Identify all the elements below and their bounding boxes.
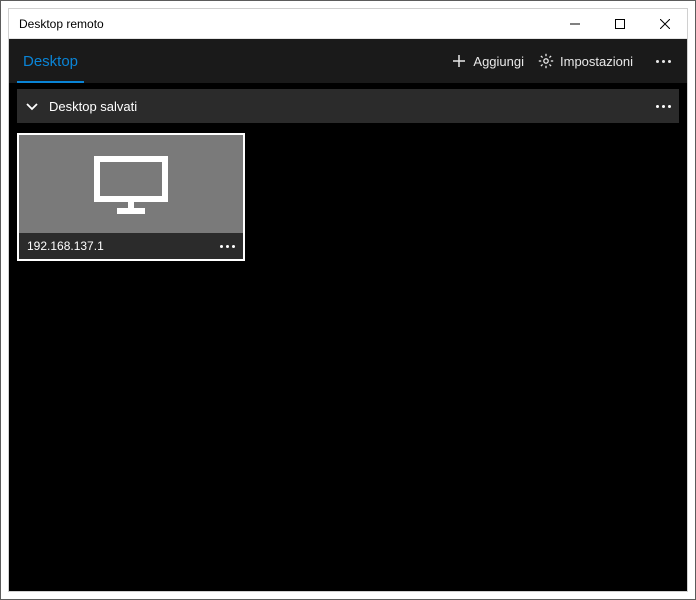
plus-icon xyxy=(451,53,467,69)
toolbar-more-button[interactable] xyxy=(647,45,679,77)
app-toolbar: Desktop Aggiungi xyxy=(9,39,687,83)
chevron-down-icon xyxy=(25,99,39,113)
minimize-icon xyxy=(570,19,580,29)
tile-name: 192.168.137.1 xyxy=(27,239,104,253)
add-label: Aggiungi xyxy=(473,54,524,69)
app-window: Desktop remoto xyxy=(0,0,696,600)
group-header-left: Desktop salvati xyxy=(25,99,137,114)
desktop-tile[interactable]: 192.168.137.1 xyxy=(17,133,245,261)
ellipsis-icon xyxy=(656,60,671,63)
group-more-button[interactable] xyxy=(656,105,671,108)
tab-desktop[interactable]: Desktop xyxy=(9,39,92,83)
maximize-button[interactable] xyxy=(597,9,642,38)
minimize-button[interactable] xyxy=(552,9,597,38)
gear-icon xyxy=(538,53,554,69)
add-button[interactable]: Aggiungi xyxy=(451,53,524,69)
window-frame: Desktop remoto xyxy=(8,8,688,592)
content-area: 192.168.137.1 xyxy=(9,123,687,591)
close-icon xyxy=(660,19,670,29)
close-button[interactable] xyxy=(642,9,687,38)
tab-desktop-label: Desktop xyxy=(23,53,78,70)
settings-button[interactable]: Impostazioni xyxy=(538,53,633,69)
toolbar-tabs: Desktop xyxy=(9,39,92,83)
tile-thumbnail xyxy=(19,135,243,233)
group-title: Desktop salvati xyxy=(49,99,137,114)
tile-more-button[interactable] xyxy=(220,245,235,248)
monitor-icon xyxy=(91,153,171,215)
settings-label: Impostazioni xyxy=(560,54,633,69)
group-header-saved-desktops[interactable]: Desktop salvati xyxy=(17,89,679,123)
window-title: Desktop remoto xyxy=(9,17,104,31)
maximize-icon xyxy=(615,19,625,29)
tile-footer: 192.168.137.1 xyxy=(19,233,243,259)
titlebar: Desktop remoto xyxy=(9,9,687,39)
toolbar-actions: Aggiungi xyxy=(451,39,687,83)
window-controls xyxy=(552,9,687,38)
